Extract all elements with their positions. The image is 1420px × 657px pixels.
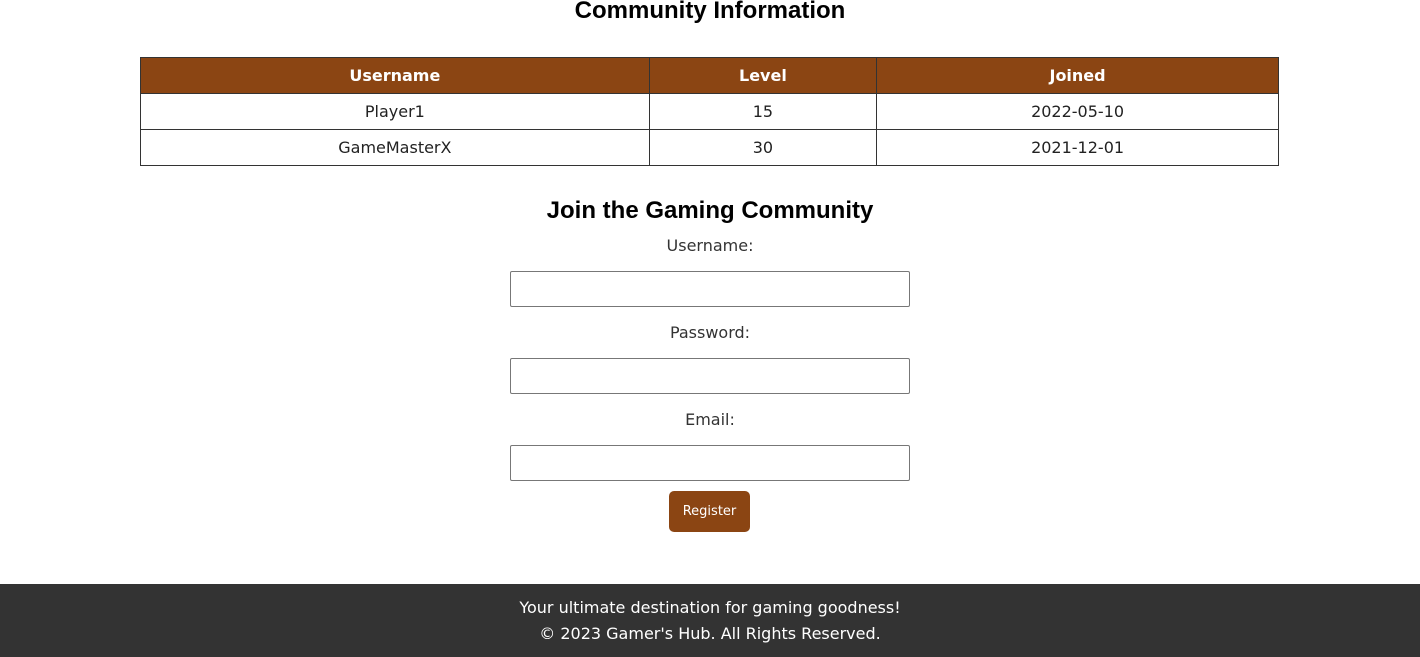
register-button[interactable]: Register bbox=[669, 491, 750, 532]
cell-level: 15 bbox=[648, 93, 878, 130]
table-row: GameMasterX 30 2021-12-01 bbox=[140, 129, 1279, 166]
cell-joined: 2022-05-10 bbox=[876, 93, 1279, 130]
footer: Your ultimate destination for gaming goo… bbox=[0, 584, 1420, 657]
password-label: Password: bbox=[669, 323, 751, 342]
table-row: Player1 15 2022-05-10 bbox=[140, 93, 1279, 130]
email-input[interactable] bbox=[510, 445, 910, 481]
column-header-joined: Joined bbox=[876, 57, 1279, 94]
footer-tagline: Your ultimate destination for gaming goo… bbox=[519, 598, 901, 617]
username-input[interactable] bbox=[510, 271, 910, 307]
password-input[interactable] bbox=[510, 358, 910, 394]
cell-level: 30 bbox=[648, 129, 878, 166]
cell-username: Player1 bbox=[140, 93, 650, 130]
cell-joined: 2021-12-01 bbox=[876, 129, 1279, 166]
community-title: Community Information bbox=[574, 0, 846, 24]
username-label: Username: bbox=[666, 236, 754, 255]
table-header-row: Username Level Joined bbox=[140, 57, 1279, 94]
join-title: Join the Gaming Community bbox=[546, 197, 874, 224]
column-header-username: Username bbox=[140, 57, 650, 94]
page: Community Information Username Level Joi… bbox=[0, 0, 1420, 657]
cell-username: GameMasterX bbox=[140, 129, 650, 166]
email-label: Email: bbox=[685, 410, 735, 429]
footer-copyright: © 2023 Gamer's Hub. All Rights Reserved. bbox=[539, 624, 881, 643]
community-table: Username Level Joined Player1 15 2022-05… bbox=[140, 57, 1279, 166]
column-header-level: Level bbox=[648, 57, 878, 94]
